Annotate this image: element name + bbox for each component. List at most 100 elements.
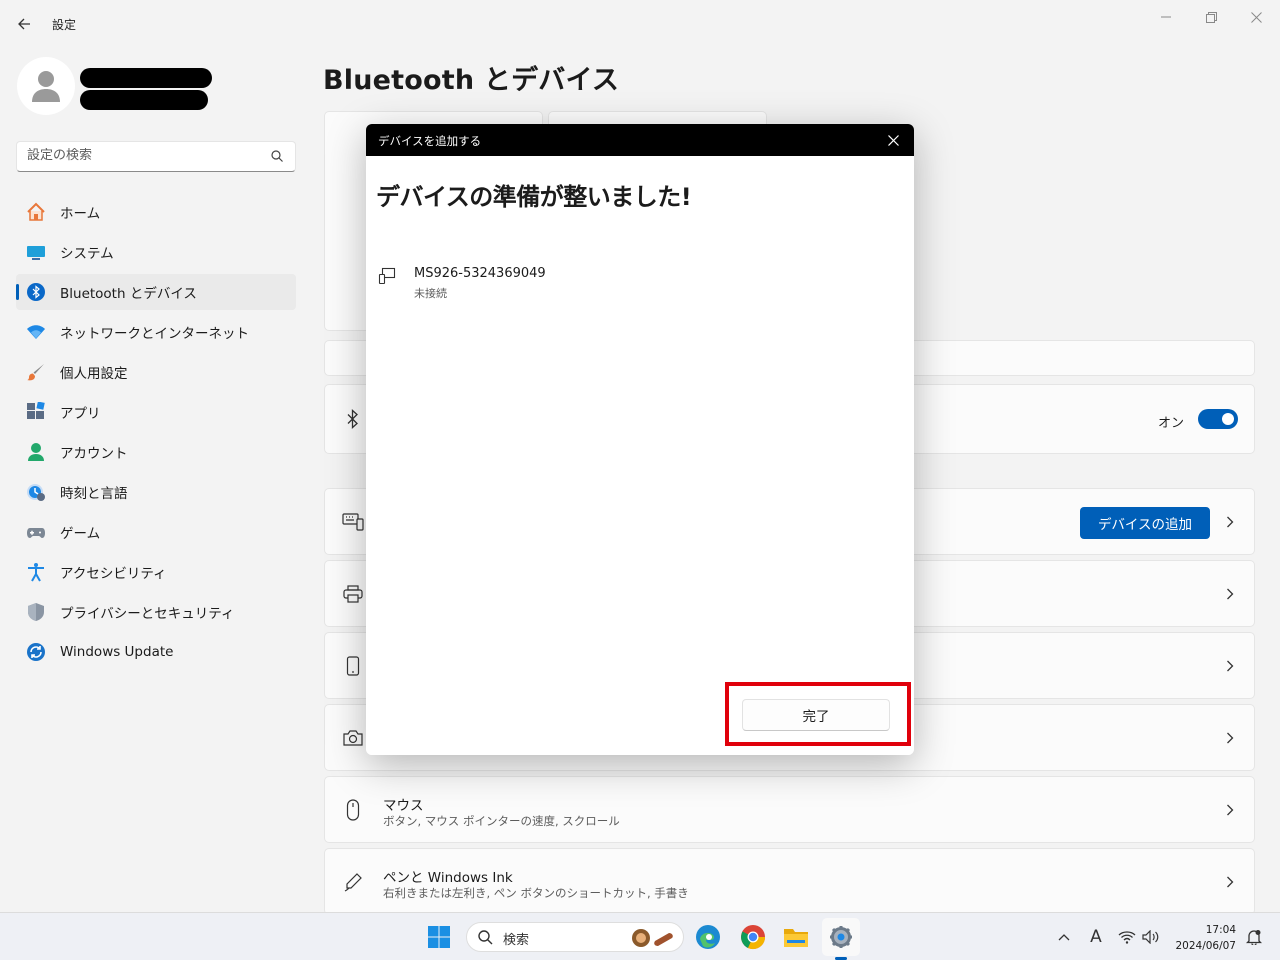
page-title: Bluetooth とデバイス xyxy=(323,65,620,96)
taskbar-edge[interactable] xyxy=(692,921,724,953)
chevron-right-icon xyxy=(1224,804,1236,816)
sidebar-item-gaming[interactable]: ゲーム xyxy=(16,514,296,550)
folder-icon xyxy=(784,929,808,947)
settings-search-input[interactable] xyxy=(27,148,257,163)
bluetooth-icon xyxy=(341,407,365,431)
redacted-user-name xyxy=(80,68,212,88)
user-icon xyxy=(32,71,60,102)
speaker-icon xyxy=(1142,930,1159,944)
pen-subtitle: 右利きまたは左利き, ペン ボタンのショートカット, 手書き xyxy=(383,886,689,900)
clock[interactable]: 17:04 2024/06/07 xyxy=(1175,922,1236,954)
home-icon xyxy=(26,202,46,222)
notification-bell-icon xyxy=(1246,930,1262,945)
bluetooth-toggle[interactable] xyxy=(1198,409,1238,429)
sidebar-item-home[interactable]: ホーム xyxy=(16,194,296,230)
update-icon xyxy=(26,642,46,662)
chrome-icon xyxy=(741,925,766,950)
camera-icon xyxy=(341,726,365,750)
sidebar-item-personalization[interactable]: 個人用設定 xyxy=(16,354,296,390)
add-device-button[interactable]: デバイスの追加 xyxy=(1080,507,1210,539)
sidebar-item-label: Bluetooth とデバイス xyxy=(60,286,197,302)
sidebar-item-label: アクセシビリティ xyxy=(60,566,167,582)
sidebar-item-label: アカウント xyxy=(60,446,128,462)
taskbar-chrome[interactable] xyxy=(737,921,769,953)
mouse-title: マウス xyxy=(383,798,424,814)
shield-icon xyxy=(26,602,46,622)
wifi-icon xyxy=(26,322,46,342)
close-button[interactable] xyxy=(1233,6,1279,28)
chevron-right-icon xyxy=(1224,732,1236,744)
app-title: 設定 xyxy=(52,18,77,32)
taskbar-search[interactable]: 検索 xyxy=(466,922,684,952)
sidebar-item-windows-update[interactable]: Windows Update xyxy=(16,634,296,670)
search-icon xyxy=(478,930,493,945)
settings-search-box[interactable] xyxy=(16,141,296,172)
sidebar-item-label: Windows Update xyxy=(60,644,174,660)
clock-time: 17:04 xyxy=(1205,924,1236,936)
sidebar-item-accessibility[interactable]: アクセシビリティ xyxy=(16,554,296,590)
sidebar-item-label: ホーム xyxy=(60,206,101,222)
close-icon xyxy=(1250,11,1262,23)
accessibility-icon xyxy=(26,562,46,582)
sidebar-item-privacy-security[interactable]: プライバシーとセキュリティ xyxy=(16,594,296,630)
mouse-row[interactable]: マウス ボタン, マウス ポインターの速度, スクロール xyxy=(324,776,1255,843)
sidebar-item-time-language[interactable]: 時刻と言語 xyxy=(16,474,296,510)
pen-icon xyxy=(341,870,365,894)
printer-icon xyxy=(341,582,365,606)
show-hidden-icons-button[interactable] xyxy=(1048,921,1080,953)
bluetooth-icon xyxy=(26,282,46,302)
keyboard-device-icon xyxy=(341,510,365,534)
minimize-button[interactable] xyxy=(1143,6,1189,28)
volume-button[interactable] xyxy=(1135,921,1167,953)
add-device-dialog: デバイスを追加する デバイスの準備が整いました! MS926-532436904… xyxy=(366,124,914,755)
title-bar: 設定 xyxy=(0,0,1280,48)
sidebar-item-bluetooth-devices[interactable]: Bluetooth とデバイス xyxy=(16,274,296,310)
sidebar-item-label: ゲーム xyxy=(60,526,101,542)
chevron-up-icon xyxy=(1058,934,1070,941)
sidebar-item-system[interactable]: システム xyxy=(16,234,296,270)
notifications-button[interactable] xyxy=(1238,921,1270,953)
start-button[interactable] xyxy=(423,921,455,953)
brush-icon xyxy=(26,362,46,382)
dialog-heading: デバイスの準備が整いました! xyxy=(376,183,692,211)
dialog-titlebar: デバイスを追加する xyxy=(366,124,914,156)
gamepad-icon xyxy=(26,522,46,542)
sidebar-item-label: プライバシーとセキュリティ xyxy=(60,606,235,622)
mouse-subtitle: ボタン, マウス ポインターの速度, スクロール xyxy=(383,814,620,828)
minimize-icon xyxy=(1161,16,1171,18)
edge-icon xyxy=(696,925,720,949)
restore-icon xyxy=(1205,11,1217,23)
system-icon xyxy=(26,242,46,262)
chevron-right-icon xyxy=(1224,588,1236,600)
account-icon xyxy=(26,442,46,462)
sidebar-item-label: システム xyxy=(60,246,114,262)
clock-date: 2024/06/07 xyxy=(1175,940,1236,952)
device-icon xyxy=(378,267,396,285)
clock-icon xyxy=(26,482,46,502)
sidebar-item-network[interactable]: ネットワークとインターネット xyxy=(16,314,296,350)
taskbar-file-explorer[interactable] xyxy=(780,921,812,953)
back-button[interactable] xyxy=(12,12,36,36)
maximize-button[interactable] xyxy=(1188,6,1234,28)
wifi-icon xyxy=(1118,931,1136,944)
phone-icon xyxy=(341,654,365,678)
ime-indicator[interactable]: A xyxy=(1080,921,1112,953)
pen-title: ペンと Windows Ink xyxy=(383,870,513,886)
search-icon xyxy=(271,150,283,166)
sidebar-item-label: 時刻と言語 xyxy=(60,486,128,502)
sidebar-nav: ホーム システム Bluetooth とデバイス ネットワークとインターネット … xyxy=(16,194,296,674)
sidebar-item-accounts[interactable]: アカウント xyxy=(16,434,296,470)
sidebar-item-label: 個人用設定 xyxy=(60,366,128,382)
ime-indicator-label: A xyxy=(1090,927,1102,947)
arrow-left-icon xyxy=(18,18,30,30)
device-name: MS926-5324369049 xyxy=(414,266,546,281)
sidebar-item-apps[interactable]: アプリ xyxy=(16,394,296,430)
dialog-close-button[interactable] xyxy=(886,133,900,147)
sidebar-item-label: ネットワークとインターネット xyxy=(60,326,249,342)
avatar[interactable] xyxy=(17,57,75,115)
dialog-title: デバイスを追加する xyxy=(378,134,482,148)
search-highlight-icon xyxy=(632,929,673,947)
pen-windows-ink-row[interactable]: ペンと Windows Ink 右利きまたは左利き, ペン ボタンのショートカッ… xyxy=(324,848,1255,915)
taskbar-settings[interactable] xyxy=(825,921,857,953)
redacted-user-email xyxy=(80,90,208,110)
